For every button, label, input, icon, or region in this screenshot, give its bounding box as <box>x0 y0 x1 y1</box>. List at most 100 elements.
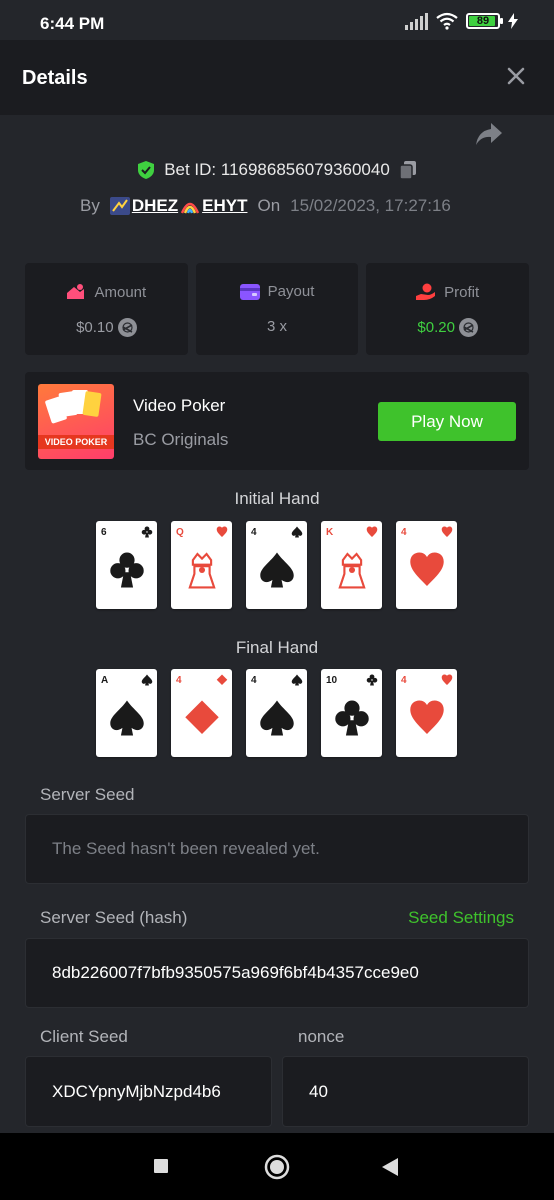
signal-icon <box>405 12 428 30</box>
bet-date: 15/02/2023, 17:27:16 <box>290 196 451 215</box>
clubs-suit-icon <box>366 674 378 686</box>
bet-author-row: By DHEZ EHYT On 15/02/2023, 17:27:16 <box>80 196 451 216</box>
profit-value: $0.20 <box>417 319 455 336</box>
server-seed-field[interactable]: The Seed hasn't been revealed yet. <box>25 814 529 884</box>
game-provider: BC Originals <box>133 430 229 449</box>
face-card-figure-icon <box>338 552 366 589</box>
bet-stats: Amount $0.10 Payout 3 x Profit $0.20 <box>25 263 530 355</box>
battery-level: 89 <box>476 15 490 27</box>
nonce-label: nonce <box>298 1027 345 1046</box>
page-title: Details <box>22 67 88 89</box>
spades-suit-icon <box>291 674 303 686</box>
spades-suit-icon <box>141 674 153 686</box>
game-thumbnail[interactable]: VIDEO POKER <box>38 384 114 459</box>
clubs-pip-icon <box>110 552 144 588</box>
playing-card: 4 <box>396 521 457 609</box>
playing-card: 10 <box>321 669 382 757</box>
wifi-icon <box>436 12 458 30</box>
diamonds-suit-icon <box>216 674 228 686</box>
game-card: VIDEO POKER Video Poker BC Originals Pla… <box>25 372 529 470</box>
status-icons: 89 <box>405 12 518 30</box>
system-nav-bar <box>0 1133 554 1200</box>
status-time: 6:44 PM <box>40 14 105 33</box>
card-rank: 4 <box>251 527 257 538</box>
share-icon[interactable] <box>474 120 504 148</box>
spades-pip-icon <box>110 700 144 736</box>
spades-suit-icon <box>291 526 303 538</box>
hearts-pip-icon <box>410 552 444 586</box>
playing-card: 4 <box>396 669 457 757</box>
server-seed-label: Server Seed <box>40 785 135 804</box>
username-link[interactable]: DHEZ EHYT <box>109 196 248 216</box>
username-part-1: DHEZ <box>131 196 179 215</box>
amount-card: Amount $0.10 <box>25 263 188 355</box>
hearts-pip-icon <box>410 700 444 734</box>
payout-value: 3 x <box>267 318 288 335</box>
coin-icon <box>458 318 478 337</box>
playing-card: 4 <box>246 669 307 757</box>
card-rank: 4 <box>401 675 407 686</box>
clubs-suit-icon <box>141 526 153 538</box>
profit-card: Profit $0.20 <box>366 263 530 355</box>
card-rank: A <box>101 675 109 686</box>
card-rank: 10 <box>326 675 338 686</box>
profit-icon <box>416 283 436 300</box>
playing-card: 4 <box>246 521 307 609</box>
spades-pip-icon <box>260 552 294 588</box>
hearts-suit-icon <box>441 526 453 538</box>
payout-label: Payout <box>267 283 315 300</box>
hearts-suit-icon <box>441 674 453 686</box>
username-part-2: EHYT <box>202 196 248 215</box>
bet-id-row: Bet ID: 116986856079360040 <box>0 160 554 180</box>
payout-card: Payout 3 x <box>195 263 359 355</box>
hearts-suit-icon <box>216 526 228 538</box>
nonce-value: 40 <box>309 1081 328 1101</box>
server-hash-value: 8db226007f7bfb9350575a969f6bf4b4357cce9e… <box>52 963 419 982</box>
initial-hand: 6 Q 4 K 4 <box>96 521 458 609</box>
card-rank: 4 <box>401 527 407 538</box>
playing-card: A <box>96 669 157 757</box>
final-hand: A 4 4 10 4 <box>96 669 458 757</box>
amount-label: Amount <box>94 283 147 301</box>
nonce-field[interactable]: 40 <box>282 1056 529 1127</box>
card-rank: 4 <box>251 675 257 686</box>
game-name: Video Poker <box>133 396 226 415</box>
recents-icon[interactable] <box>153 1158 169 1174</box>
playing-card: 6 <box>96 521 157 609</box>
face-card-figure-icon <box>188 552 216 589</box>
charging-icon <box>508 13 518 29</box>
close-icon[interactable] <box>504 64 528 88</box>
client-seed-label: Client Seed <box>40 1027 128 1046</box>
diamonds-pip-icon <box>185 700 219 734</box>
clubs-pip-icon <box>335 700 369 736</box>
back-icon[interactable] <box>381 1157 399 1177</box>
by-label: By <box>80 196 100 215</box>
seed-settings-link[interactable]: Seed Settings <box>408 908 514 928</box>
play-now-button[interactable]: Play Now <box>378 402 516 441</box>
card-rank: 6 <box>101 527 107 538</box>
hearts-suit-icon <box>366 526 378 538</box>
playing-card: 4 <box>171 669 232 757</box>
user-avatar-icon <box>109 197 130 215</box>
client-seed-field[interactable]: XDCYpnyMjbNzpd4b6 <box>25 1056 272 1127</box>
profit-label: Profit <box>444 283 480 301</box>
details-header: Details <box>0 40 554 115</box>
home-icon[interactable] <box>264 1154 290 1180</box>
copy-icon[interactable] <box>398 160 418 180</box>
server-hash-label: Server Seed (hash) <box>40 908 188 927</box>
client-seed-value: XDCYpnyMjbNzpd4b6 <box>52 1081 221 1101</box>
status-bar: 6:44 PM 89 <box>0 0 554 40</box>
amount-icon <box>67 284 85 299</box>
amount-value: $0.10 <box>76 319 114 336</box>
rainbow-icon <box>180 202 200 214</box>
card-rank: Q <box>176 527 184 538</box>
bet-id: Bet ID: 116986856079360040 <box>164 160 390 179</box>
server-seed-value: The Seed hasn't been revealed yet. <box>52 839 320 858</box>
battery-icon: 89 <box>466 13 503 29</box>
playing-card: Q <box>171 521 232 609</box>
thumbnail-label: VIDEO POKER <box>38 435 114 449</box>
final-hand-title: Final Hand <box>235 638 319 657</box>
initial-hand-title: Initial Hand <box>234 489 320 508</box>
verified-shield-icon <box>138 161 155 179</box>
server-hash-field[interactable]: 8db226007f7bfb9350575a969f6bf4b4357cce9e… <box>25 938 529 1008</box>
